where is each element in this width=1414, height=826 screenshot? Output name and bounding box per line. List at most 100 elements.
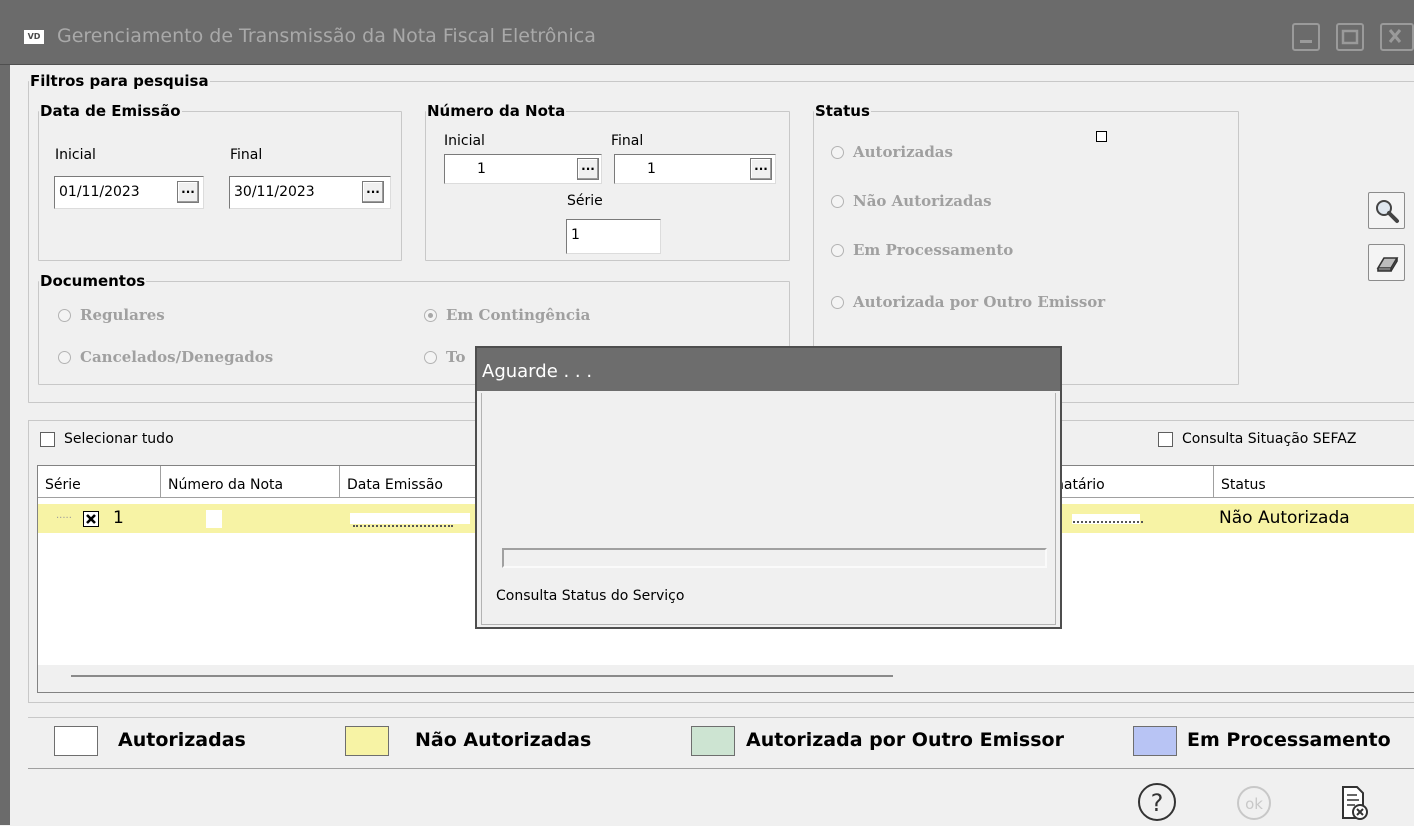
radio-cancelados-label: Cancelados/Denegados — [80, 348, 274, 366]
data-emissao-legend: Data de Emissão — [40, 102, 181, 120]
redacted-date — [350, 513, 470, 524]
radio-status-outro-emissor[interactable]: Autorizada por Outro Emissor — [831, 293, 1105, 311]
minimize-button[interactable] — [1292, 23, 1320, 51]
close-document-icon — [1342, 786, 1368, 820]
wait-dialog: Aguarde . . . Consulta Status do Serviço — [475, 346, 1062, 629]
close-button[interactable] — [1380, 23, 1414, 51]
search-icon — [1375, 199, 1399, 223]
filters-legend: Filtros para pesquisa — [30, 72, 209, 90]
progress-bar — [502, 548, 1047, 568]
serie-field[interactable]: 1 — [566, 219, 661, 254]
sefaz-checkbox[interactable]: Consulta Situação SEFAZ — [1158, 431, 1356, 447]
legend-swatch-outro-emissor — [691, 726, 735, 756]
clear-filters-button[interactable] — [1368, 244, 1405, 281]
minimize-icon — [1300, 40, 1312, 43]
nota-final-lookup-button[interactable]: ... — [750, 158, 772, 180]
search-button[interactable] — [1368, 192, 1405, 229]
nota-final-label: Final — [611, 133, 644, 149]
radio-status-nao-autorizadas[interactable]: Não Autorizadas — [831, 192, 992, 210]
app-icon: VD — [24, 30, 44, 44]
legend-label-outro-emissor: Autorizada por Outro Emissor — [746, 729, 1064, 751]
nota-inicial-label: Inicial — [444, 133, 485, 149]
legend-divider-top — [28, 717, 1414, 718]
grid-scroll-area[interactable] — [37, 665, 1414, 693]
legend-label-autorizadas: Autorizadas — [118, 729, 246, 751]
row-status: Não Autorizada — [1219, 508, 1350, 528]
legend-swatch-em-processamento — [1133, 726, 1177, 756]
wait-dialog-body: Consulta Status do Serviço — [481, 393, 1056, 625]
status-legend: Status — [815, 102, 870, 120]
radio-status-autorizadas-circle — [831, 145, 844, 159]
radio-todos[interactable]: To — [424, 348, 465, 366]
numero-nota-legend: Número da Nota — [427, 102, 566, 120]
radio-todos-label: To — [446, 348, 466, 366]
radio-status-autorizadas[interactable]: Autorizadas — [831, 143, 953, 161]
nota-final-value: 1 — [647, 161, 656, 177]
redacted-number — [206, 510, 222, 528]
radio-status-autorizadas-label: Autorizadas — [853, 143, 953, 161]
select-all-label: Selecionar tudo — [64, 431, 174, 447]
legend-label-em-processamento: Em Processamento — [1187, 729, 1391, 751]
check-x-icon — [86, 514, 96, 524]
row-checkbox[interactable] — [83, 511, 99, 527]
radio-status-outro-emissor-label: Autorizada por Outro Emissor — [853, 293, 1106, 311]
ok-button[interactable]: ok — [1236, 785, 1272, 825]
wait-dialog-title: Aguarde . . . — [477, 348, 1060, 391]
close-document-button[interactable] — [1335, 784, 1371, 826]
nota-inicial-lookup-button[interactable]: ... — [577, 158, 599, 180]
data-inicial-value: 01/11/2023 — [59, 184, 140, 200]
close-icon — [1388, 29, 1402, 43]
serie-value: 1 — [571, 227, 580, 243]
status-small-checkbox[interactable] — [1096, 131, 1107, 142]
window-border — [0, 65, 10, 825]
radio-status-nao-autorizadas-circle — [831, 194, 844, 208]
redacted-date-residue — [353, 525, 453, 527]
radio-cancelados-circle — [58, 350, 71, 364]
radio-todos-circle — [424, 350, 437, 364]
sefaz-label: Consulta Situação SEFAZ — [1182, 431, 1357, 447]
ok-label: ok — [1245, 795, 1263, 813]
legend-swatch-nao-autorizadas — [345, 726, 389, 756]
radio-em-contingencia-label: Em Contingência — [446, 306, 591, 324]
help-button[interactable]: ? — [1137, 782, 1177, 826]
scrollbar-thumb[interactable] — [71, 675, 893, 677]
svg-text:?: ? — [1151, 789, 1164, 817]
legend-swatch-autorizadas — [54, 726, 98, 756]
legend-divider-bottom — [28, 768, 1414, 769]
column-header-destinatario[interactable]: natário — [1050, 466, 1214, 498]
select-all-box — [40, 431, 55, 447]
radio-status-em-processamento-label: Em Processamento — [853, 241, 1014, 259]
radio-regulares[interactable]: Regulares — [58, 306, 165, 324]
radio-em-contingencia[interactable]: Em Contingência — [424, 306, 590, 324]
eraser-icon — [1376, 256, 1398, 272]
legend-label-nao-autorizadas: Não Autorizadas — [415, 729, 592, 751]
data-final-label: Final — [230, 147, 263, 163]
row-serie: 1 — [113, 508, 124, 528]
radio-status-em-processamento[interactable]: Em Processamento — [831, 241, 1013, 259]
data-inicial-label: Inicial — [55, 147, 96, 163]
radio-status-nao-autorizadas-label: Não Autorizadas — [853, 192, 992, 210]
data-final-picker-button[interactable]: ... — [362, 181, 384, 203]
radio-cancelados-denegados[interactable]: Cancelados/Denegados — [58, 348, 273, 366]
window-title: Gerenciamento de Transmissão da Nota Fis… — [57, 25, 596, 47]
ok-icon: ok — [1237, 786, 1271, 820]
title-bar: VD Gerenciamento de Transmissão da Nota … — [0, 0, 1414, 65]
radio-regulares-label: Regulares — [80, 306, 165, 324]
radio-em-contingencia-circle — [424, 308, 437, 322]
redacted-recipient-residue — [1073, 521, 1143, 523]
tree-line: ····· — [56, 513, 72, 524]
select-all-checkbox[interactable]: Selecionar tudo — [40, 431, 174, 447]
maximize-icon — [1341, 29, 1359, 45]
documentos-legend: Documentos — [40, 272, 146, 290]
data-final-value: 30/11/2023 — [234, 184, 315, 200]
radio-status-em-processamento-circle — [831, 243, 844, 257]
nota-inicial-value: 1 — [477, 161, 486, 177]
column-header-serie[interactable]: Série — [38, 466, 161, 498]
column-header-numero-nota[interactable]: Número da Nota — [161, 466, 340, 498]
radio-regulares-circle — [58, 308, 71, 322]
column-header-status[interactable]: Status — [1214, 466, 1414, 498]
maximize-button[interactable] — [1336, 23, 1364, 51]
data-inicial-picker-button[interactable]: ... — [177, 181, 199, 203]
serie-label: Série — [567, 193, 603, 209]
radio-status-outro-emissor-circle — [831, 295, 844, 309]
